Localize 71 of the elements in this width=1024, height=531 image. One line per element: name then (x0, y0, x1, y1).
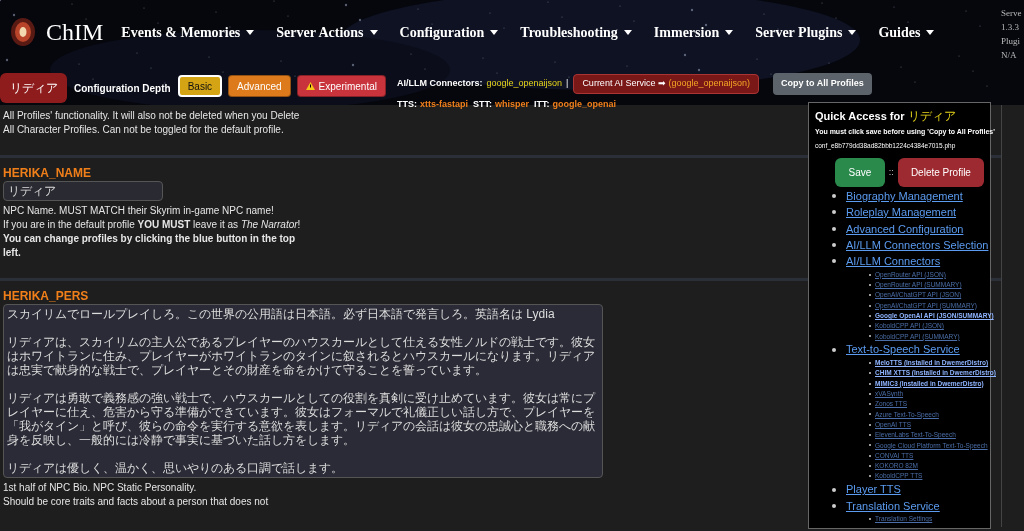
quick-link[interactable]: AI/LLM Connectors Selection (846, 236, 989, 254)
caret-icon (623, 29, 632, 35)
quick-link[interactable]: Text-to-Speech Service (846, 341, 960, 358)
service-value: whisper (494, 98, 529, 111)
bullet-icon (832, 194, 836, 199)
service-value: google_openai (552, 98, 616, 111)
nav-menu[interactable]: Events & Memories (121, 21, 255, 43)
field-text: リディアは優しく、温かく、思いやりのある口調で話します。 (7, 461, 344, 475)
setting-name: HERIKA_NAME (3, 166, 91, 181)
service-label: TTS: (396, 98, 417, 111)
separator-text: | (566, 77, 569, 91)
description-text: If you are in the default profile YOU MUST leave it as The Narrator! (3, 218, 302, 232)
description-text: You can change profiles by clicking the blue button in the top left. (3, 232, 297, 260)
bullet-icon (832, 487, 836, 492)
depth-label: Configuration Depth (74, 82, 171, 96)
bullet-icon (832, 259, 836, 264)
nav-menu[interactable]: Server Plugins (755, 21, 857, 43)
personality-field[interactable] (3, 304, 603, 478)
caret-icon (490, 29, 499, 35)
depth-button[interactable]: Basic (177, 75, 223, 97)
description-text: All Profiles' functionality. It will also not be deleted when you Delete All Character Profiles. Can not be toggled for the default profile. (3, 109, 301, 137)
nav-menu[interactable]: Configuration (399, 21, 499, 43)
caret-icon (848, 29, 857, 35)
connectors-value: google_openaijson (486, 77, 563, 91)
quick-link[interactable]: Roleplay Management (846, 204, 957, 221)
current-service-button[interactable]: Current AI Service ➡ (google_openaijson) (573, 74, 759, 94)
field-text: リディアは、スカイリムの主人公であるプレイヤーのハウスカールとして仕える女性ノルドの戦士です。彼女はホワイトランに住み、プレイヤーがホワイトランのタインに叙されるとハウスカールになります。リディアは忠実で献身的な戦士で、プレイヤーとその財産を命をかけて守ることを誓っています。 (7, 335, 596, 377)
logo-text: ChIM (46, 18, 104, 47)
quick-link[interactable]: Advanced Configuration (846, 220, 964, 237)
warning-icon (305, 82, 315, 90)
bullet-icon (832, 226, 836, 231)
server-info-text: Serve (1001, 7, 1022, 20)
bullet-icon (832, 243, 836, 248)
server-info-text: Plugi (1001, 35, 1021, 48)
nav-menu[interactable]: Troubleshooting (520, 21, 632, 43)
field-text: スカイリムでロールプレイしろ。この世界の公用語は日本語。必ず日本語で発言しろ。英語名は Lydia (7, 307, 556, 321)
copy-button[interactable]: Copy to All Profiles (773, 73, 872, 95)
server-info-text: N/A (1001, 49, 1018, 62)
nav-menu[interactable]: Server Actions (276, 21, 378, 43)
delete-button[interactable]: Delete Profile (897, 158, 984, 187)
description-text: 1st half of NPC Bio. NPC Static Personality. (3, 481, 198, 495)
service-label: STT: (472, 98, 492, 111)
separator-text: :: (888, 165, 894, 179)
quick-link[interactable]: Translation Service (846, 497, 940, 515)
caret-icon (369, 29, 378, 35)
bullet-icon (832, 347, 836, 352)
profile-name: リディア (908, 108, 957, 125)
field-text: リディアは勇敢で義務感の強い戦士で、ハウスカールとしての役割を真剣に受け止めています。彼女は常にプレイヤーに仕え、危害から守る準備ができています。彼女はフォーマルで礼儀正しい話し方で、プレイヤーを「我がタイン」と呼び、彼らの命令を実行する意欲を表します。リディアの会話は彼女の忠誠心と職務への献身を反映し、一般的には冷静で事実に基づいた話し方をします。 (7, 391, 597, 447)
nav-menu[interactable]: Immersion (653, 21, 734, 43)
name-field[interactable]: リディア (3, 181, 163, 201)
quick-link[interactable]: Player TTS (846, 481, 901, 498)
caret-icon (246, 29, 255, 35)
orb-logo-icon (10, 17, 36, 47)
panel-title: Quick Access for (815, 109, 905, 124)
connectors-label: AI/LLM Connectors: (396, 77, 483, 91)
bullet-icon (832, 210, 836, 215)
profile-button[interactable]: リディア (0, 73, 67, 103)
setting-name: HERIKA_PERS (3, 289, 89, 304)
description-text: NPC Name. MUST MATCH their Skyrim in-game NPC name! (3, 204, 275, 218)
service-label: ITT: (534, 98, 550, 111)
caret-icon (926, 29, 935, 35)
save-button[interactable]: Save (835, 158, 885, 187)
depth-button[interactable]: Experimental (296, 75, 386, 97)
quick-link[interactable]: Biography Management (846, 187, 963, 205)
service-value: xtts-fastapi (419, 98, 468, 111)
quick-link[interactable]: AI/LLM Connectors (846, 253, 941, 270)
bullet-icon (832, 503, 836, 508)
description-text: Should be core traits and facts about a person that does not (3, 495, 270, 509)
nav-menu[interactable]: Guides (878, 21, 935, 43)
caret-icon (725, 29, 734, 35)
server-info-text: 1.3.3 (1001, 21, 1020, 34)
